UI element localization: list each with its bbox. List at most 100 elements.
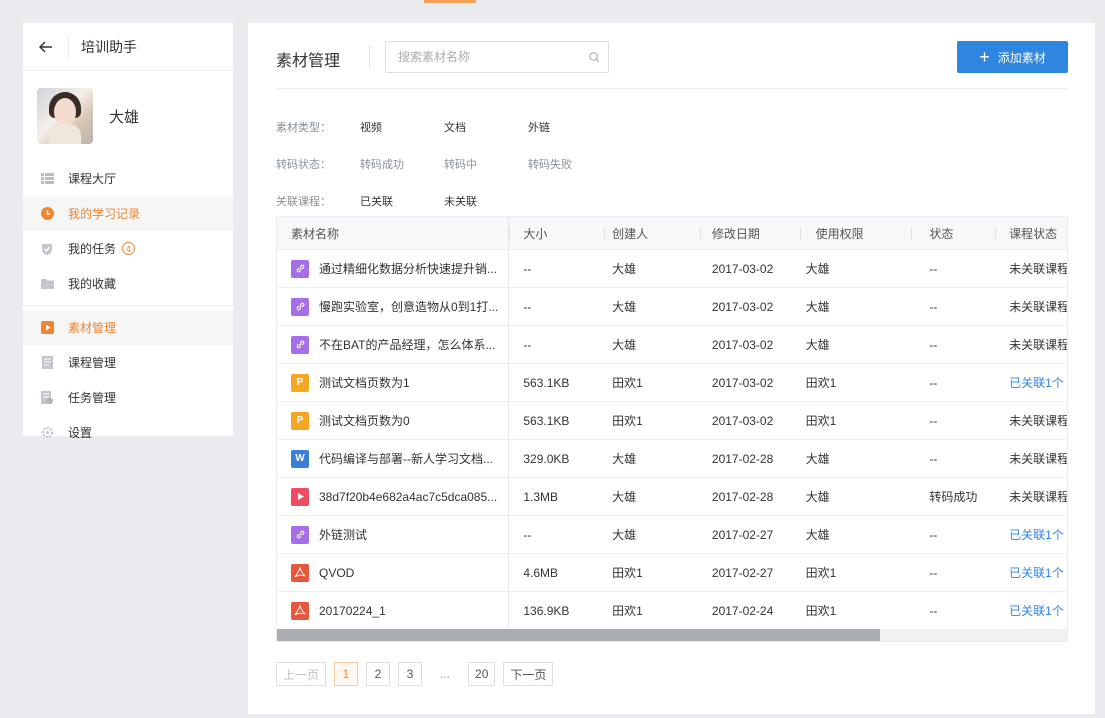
sidebar-item-label: 我的任务: [68, 242, 117, 256]
column-header-size[interactable]: 大小: [509, 217, 604, 250]
shield-icon: [40, 242, 54, 256]
filter-option-transcode-failed[interactable]: 转码失败: [528, 156, 612, 172]
material-name-cell[interactable]: 外链测试: [277, 515, 510, 554]
search-icon[interactable]: [580, 51, 608, 63]
filter-option-transcoding[interactable]: 转码中: [444, 156, 528, 172]
page-button-2[interactable]: 2: [366, 662, 391, 686]
table-row[interactable]: P 测试文档页数为0 563.1KB 田欢1 2017-03-02 田欢1 -- 未关联课程: [277, 401, 1067, 440]
arrow-left-icon[interactable]: [23, 34, 69, 59]
sidebar-item-course-hall[interactable]: 课程大厅: [23, 161, 233, 196]
add-material-label: 添加素材: [997, 50, 1046, 65]
material-name-cell[interactable]: 通过精细化数据分析快速提升销...: [277, 249, 510, 288]
material-name[interactable]: 不在BAT的产品经理，怎么体系...: [319, 336, 508, 353]
date-cell: 2017-02-28: [711, 489, 774, 504]
status-cell: --: [929, 603, 938, 618]
add-material-button[interactable]: + 添加素材: [957, 41, 1068, 73]
material-name[interactable]: QVOD: [319, 566, 508, 580]
page-button-last[interactable]: 20: [468, 662, 496, 686]
creator-cell: 大雄: [612, 262, 637, 276]
course-status-cell: 未关联课程: [1009, 414, 1067, 428]
filter-option-link[interactable]: 外链: [528, 119, 612, 135]
filter-option-unlinked[interactable]: 未关联: [444, 193, 528, 209]
column-header-course-status[interactable]: 课程状态: [995, 217, 1067, 250]
sidebar-item-my-tasks[interactable]: 我的任务 4: [23, 231, 233, 266]
filter-option-linked[interactable]: 已关联: [360, 193, 444, 209]
table-body: 通过精细化数据分析快速提升销... -- 大雄 2017-03-02 大雄 -- 未关联课程…: [277, 249, 1067, 630]
table-row[interactable]: QVOD 4.6MB 田欢1 2017-02-27 田欢1 -- 已关联1个: [277, 553, 1067, 592]
size-cell: 563.1KB: [523, 413, 570, 428]
page-button-3[interactable]: 3: [398, 662, 423, 686]
column-header-creator[interactable]: 创建人: [604, 217, 700, 250]
material-name[interactable]: 测试文档页数为0: [319, 412, 508, 429]
material-name-cell[interactable]: W 代码编译与部署--新人学习文档...: [277, 439, 510, 478]
material-name[interactable]: 20170224_1: [319, 604, 508, 618]
link-icon: [291, 525, 309, 544]
course-status-cell[interactable]: 已关联1个: [995, 554, 1067, 592]
ppt-file-icon: P: [291, 373, 309, 392]
sidebar-item-favorites[interactable]: 我的收藏: [23, 266, 233, 301]
status-cell: --: [929, 451, 938, 466]
permission-cell: 大雄: [805, 490, 830, 504]
creator-cell: 大雄: [612, 528, 637, 542]
filter-label: 转码状态：: [276, 158, 331, 171]
material-name-cell[interactable]: 不在BAT的产品经理，怎么体系...: [277, 325, 510, 364]
avatar[interactable]: [37, 88, 93, 144]
table-row[interactable]: W 代码编译与部署--新人学习文档... 329.0KB 大雄 2017-02-28 大雄…: [277, 439, 1067, 478]
filter-option-document[interactable]: 文档: [444, 119, 528, 135]
course-status-cell[interactable]: 已关联1个: [995, 516, 1067, 554]
course-status-cell[interactable]: 已关联1个: [995, 364, 1067, 402]
filter-option-video[interactable]: 视频: [360, 119, 444, 135]
list-icon: [40, 172, 54, 186]
date-cell: 2017-03-02: [711, 413, 774, 428]
search-input[interactable]: [398, 50, 580, 64]
filter-option-transcode-success[interactable]: 转码成功: [360, 156, 444, 172]
sidebar-item-course-management[interactable]: 课程管理: [23, 345, 233, 380]
clock-icon: [40, 207, 54, 221]
course-status-cell[interactable]: 已关联1个: [995, 592, 1067, 630]
material-name-cell[interactable]: 20170224_1: [277, 591, 510, 630]
horizontal-scrollbar[interactable]: [277, 629, 1067, 641]
column-header-name[interactable]: 素材名称: [277, 217, 510, 250]
top-accent-bar: [424, 0, 476, 3]
material-name[interactable]: 代码编译与部署--新人学习文档...: [319, 450, 508, 467]
link-icon: [291, 335, 309, 354]
creator-cell: 田欢1: [612, 566, 643, 580]
prev-page-button[interactable]: 上一页: [276, 662, 327, 686]
size-cell: --: [523, 527, 532, 542]
status-cell: --: [929, 527, 938, 542]
scrollbar-thumb[interactable]: [277, 629, 880, 641]
material-name[interactable]: 慢跑实验室，创意造物从0到1打...: [319, 298, 508, 315]
material-name-cell[interactable]: 慢跑实验室，创意造物从0到1打...: [277, 287, 510, 326]
column-header-date[interactable]: 修改日期: [699, 217, 800, 250]
date-cell: 2017-03-02: [711, 299, 774, 314]
title-divider: [369, 45, 370, 69]
table-row[interactable]: 不在BAT的产品经理，怎么体系... -- 大雄 2017-03-02 大雄 -- 未关联课…: [277, 325, 1067, 364]
date-cell: 2017-03-02: [711, 337, 774, 352]
sidebar-item-settings[interactable]: 设置: [23, 415, 233, 450]
material-name-cell[interactable]: P 测试文档页数为0: [277, 401, 510, 440]
table-row[interactable]: 20170224_1 136.9KB 田欢1 2017-02-24 田欢1 -- 已关联1个: [277, 591, 1067, 630]
page-button-1[interactable]: 1: [334, 662, 359, 686]
size-cell: --: [523, 337, 532, 352]
next-page-button[interactable]: 下一页: [503, 662, 554, 686]
column-header-status[interactable]: 状态: [911, 217, 995, 250]
table-row[interactable]: 慢跑实验室，创意造物从0到1打... -- 大雄 2017-03-02 大雄 -- 未关联课…: [277, 287, 1067, 326]
table-row[interactable]: 通过精细化数据分析快速提升销... -- 大雄 2017-03-02 大雄 -- 未关联课程: [277, 249, 1067, 288]
table-row[interactable]: 38d7f20b4e682a4ac7c5dca085... 1.3MB 大雄 2017…: [277, 477, 1067, 516]
table-row[interactable]: 外链测试 -- 大雄 2017-02-27 大雄 -- 已关联1个: [277, 515, 1067, 554]
sidebar-item-learning-records[interactable]: 我的学习记录: [23, 196, 233, 231]
course-status-cell: 未关联课程: [1009, 300, 1067, 314]
material-name[interactable]: 通过精细化数据分析快速提升销...: [319, 260, 508, 277]
status-cell: --: [929, 337, 938, 352]
material-name[interactable]: 38d7f20b4e682a4ac7c5dca085...: [319, 490, 508, 504]
column-header-permission[interactable]: 使用权限: [799, 217, 912, 250]
material-name-cell[interactable]: P 测试文档页数为1: [277, 363, 510, 402]
material-name-cell[interactable]: QVOD: [277, 553, 510, 592]
material-name-cell[interactable]: 38d7f20b4e682a4ac7c5dca085...: [277, 477, 510, 516]
table-row[interactable]: P 测试文档页数为1 563.1KB 田欢1 2017-03-02 田欢1 -- 已关联1个: [277, 363, 1067, 402]
material-name[interactable]: 外链测试: [319, 526, 508, 543]
sidebar-item-task-management[interactable]: 任务管理: [23, 380, 233, 415]
material-name[interactable]: 测试文档页数为1: [319, 374, 508, 391]
sidebar-item-material-management[interactable]: 素材管理: [23, 310, 233, 345]
document-icon: [40, 356, 54, 370]
